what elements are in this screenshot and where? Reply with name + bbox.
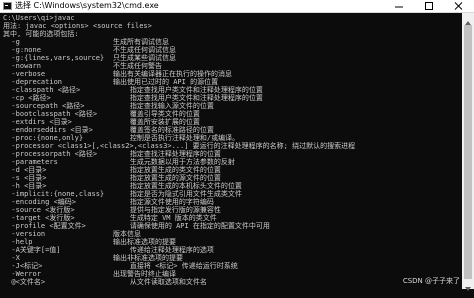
close-icon: [454, 2, 463, 10]
console-line-text: -classpath <路径>: [3, 86, 81, 94]
console-line-text: -profile <配置文件>: [3, 222, 86, 230]
option-description: 从文件读取选项和文件名: [113, 278, 207, 286]
vertical-scrollbar[interactable]: [462, 13, 474, 291]
console-line-text: -implicit:{none,class}: [3, 190, 105, 198]
scroll-up-button[interactable]: [462, 13, 474, 25]
console-line-text: -s <目录>: [3, 174, 47, 182]
console-line-text: C:\Users\qi>javac: [3, 14, 75, 22]
console-line-text: -bootclasspath <路径>: [3, 110, 98, 118]
console-line-text: -extdirs <目录>: [3, 118, 72, 126]
minimize-icon: [395, 6, 403, 8]
console-line-text: -g:{lines,vars,source}: [3, 54, 105, 62]
console-line-text: 用法: javac <options> <source files>: [3, 22, 152, 30]
title-bar[interactable]: 选择 C:\Windows\system32\cmd.exe: [0, 0, 474, 13]
console-line-text: -X: [3, 254, 20, 262]
cmd-app-icon[interactable]: [3, 2, 12, 10]
console-line-text: -g: [3, 38, 20, 46]
console-line-text: -help: [3, 238, 33, 246]
console-line: @<文件名> 从文件读取选项和文件名: [3, 278, 206, 287]
console-line-text: @<文件名>: [3, 278, 46, 286]
console-line-text: -g:none: [3, 46, 41, 54]
close-button[interactable]: [444, 0, 474, 13]
console-line-text: -nowarn: [3, 62, 41, 70]
console-line-text: -d <目录>: [3, 166, 47, 174]
console-line-text: -proc:{none,only}: [3, 134, 84, 142]
console-line-text: -sourcepath <路径>: [3, 102, 85, 110]
console-line-text: -endorseddirs <目录>: [3, 126, 93, 134]
console-line-text: -cp <路径>: [3, 94, 51, 102]
console-line-text: -J<标记>: [3, 262, 43, 270]
console-line-text: -encoding <编码>: [3, 198, 77, 206]
console-line-text: -processorpath <路径>: [3, 150, 98, 158]
console-line-text: -deprecation: [3, 78, 63, 86]
csdn-watermark: CSDN @子子来了: [402, 277, 460, 285]
console-line-text: -version: [3, 230, 46, 238]
console-line-text: -Werror: [3, 270, 41, 278]
console-line-text: -A关键字[=值]: [3, 246, 61, 254]
maximize-icon: [425, 2, 433, 10]
scroll-thumb[interactable]: [464, 25, 472, 279]
console-line-text: -verbose: [3, 70, 46, 78]
scroll-down-button[interactable]: [462, 279, 474, 291]
console-line-text: 其中, 可能的选项包括:: [3, 30, 79, 38]
console-line-text: -source <发行版>: [3, 206, 75, 214]
minimize-button[interactable]: [384, 0, 414, 13]
console-output[interactable]: C:\Users\qi>javac 用法: javac <options> <so…: [0, 13, 462, 289]
console-line-text: -processor <class1>[,<class2>,<class3>..…: [3, 142, 356, 150]
console-line-text: -h <目录>: [3, 182, 47, 190]
console-line-text: -target <发行版>: [3, 214, 75, 222]
window-title: 选择 C:\Windows\system32\cmd.exe: [15, 1, 159, 10]
maximize-button[interactable]: [414, 0, 444, 13]
console-line-text: -parameters: [3, 158, 58, 166]
scroll-down-arrow-icon: [465, 287, 471, 291]
